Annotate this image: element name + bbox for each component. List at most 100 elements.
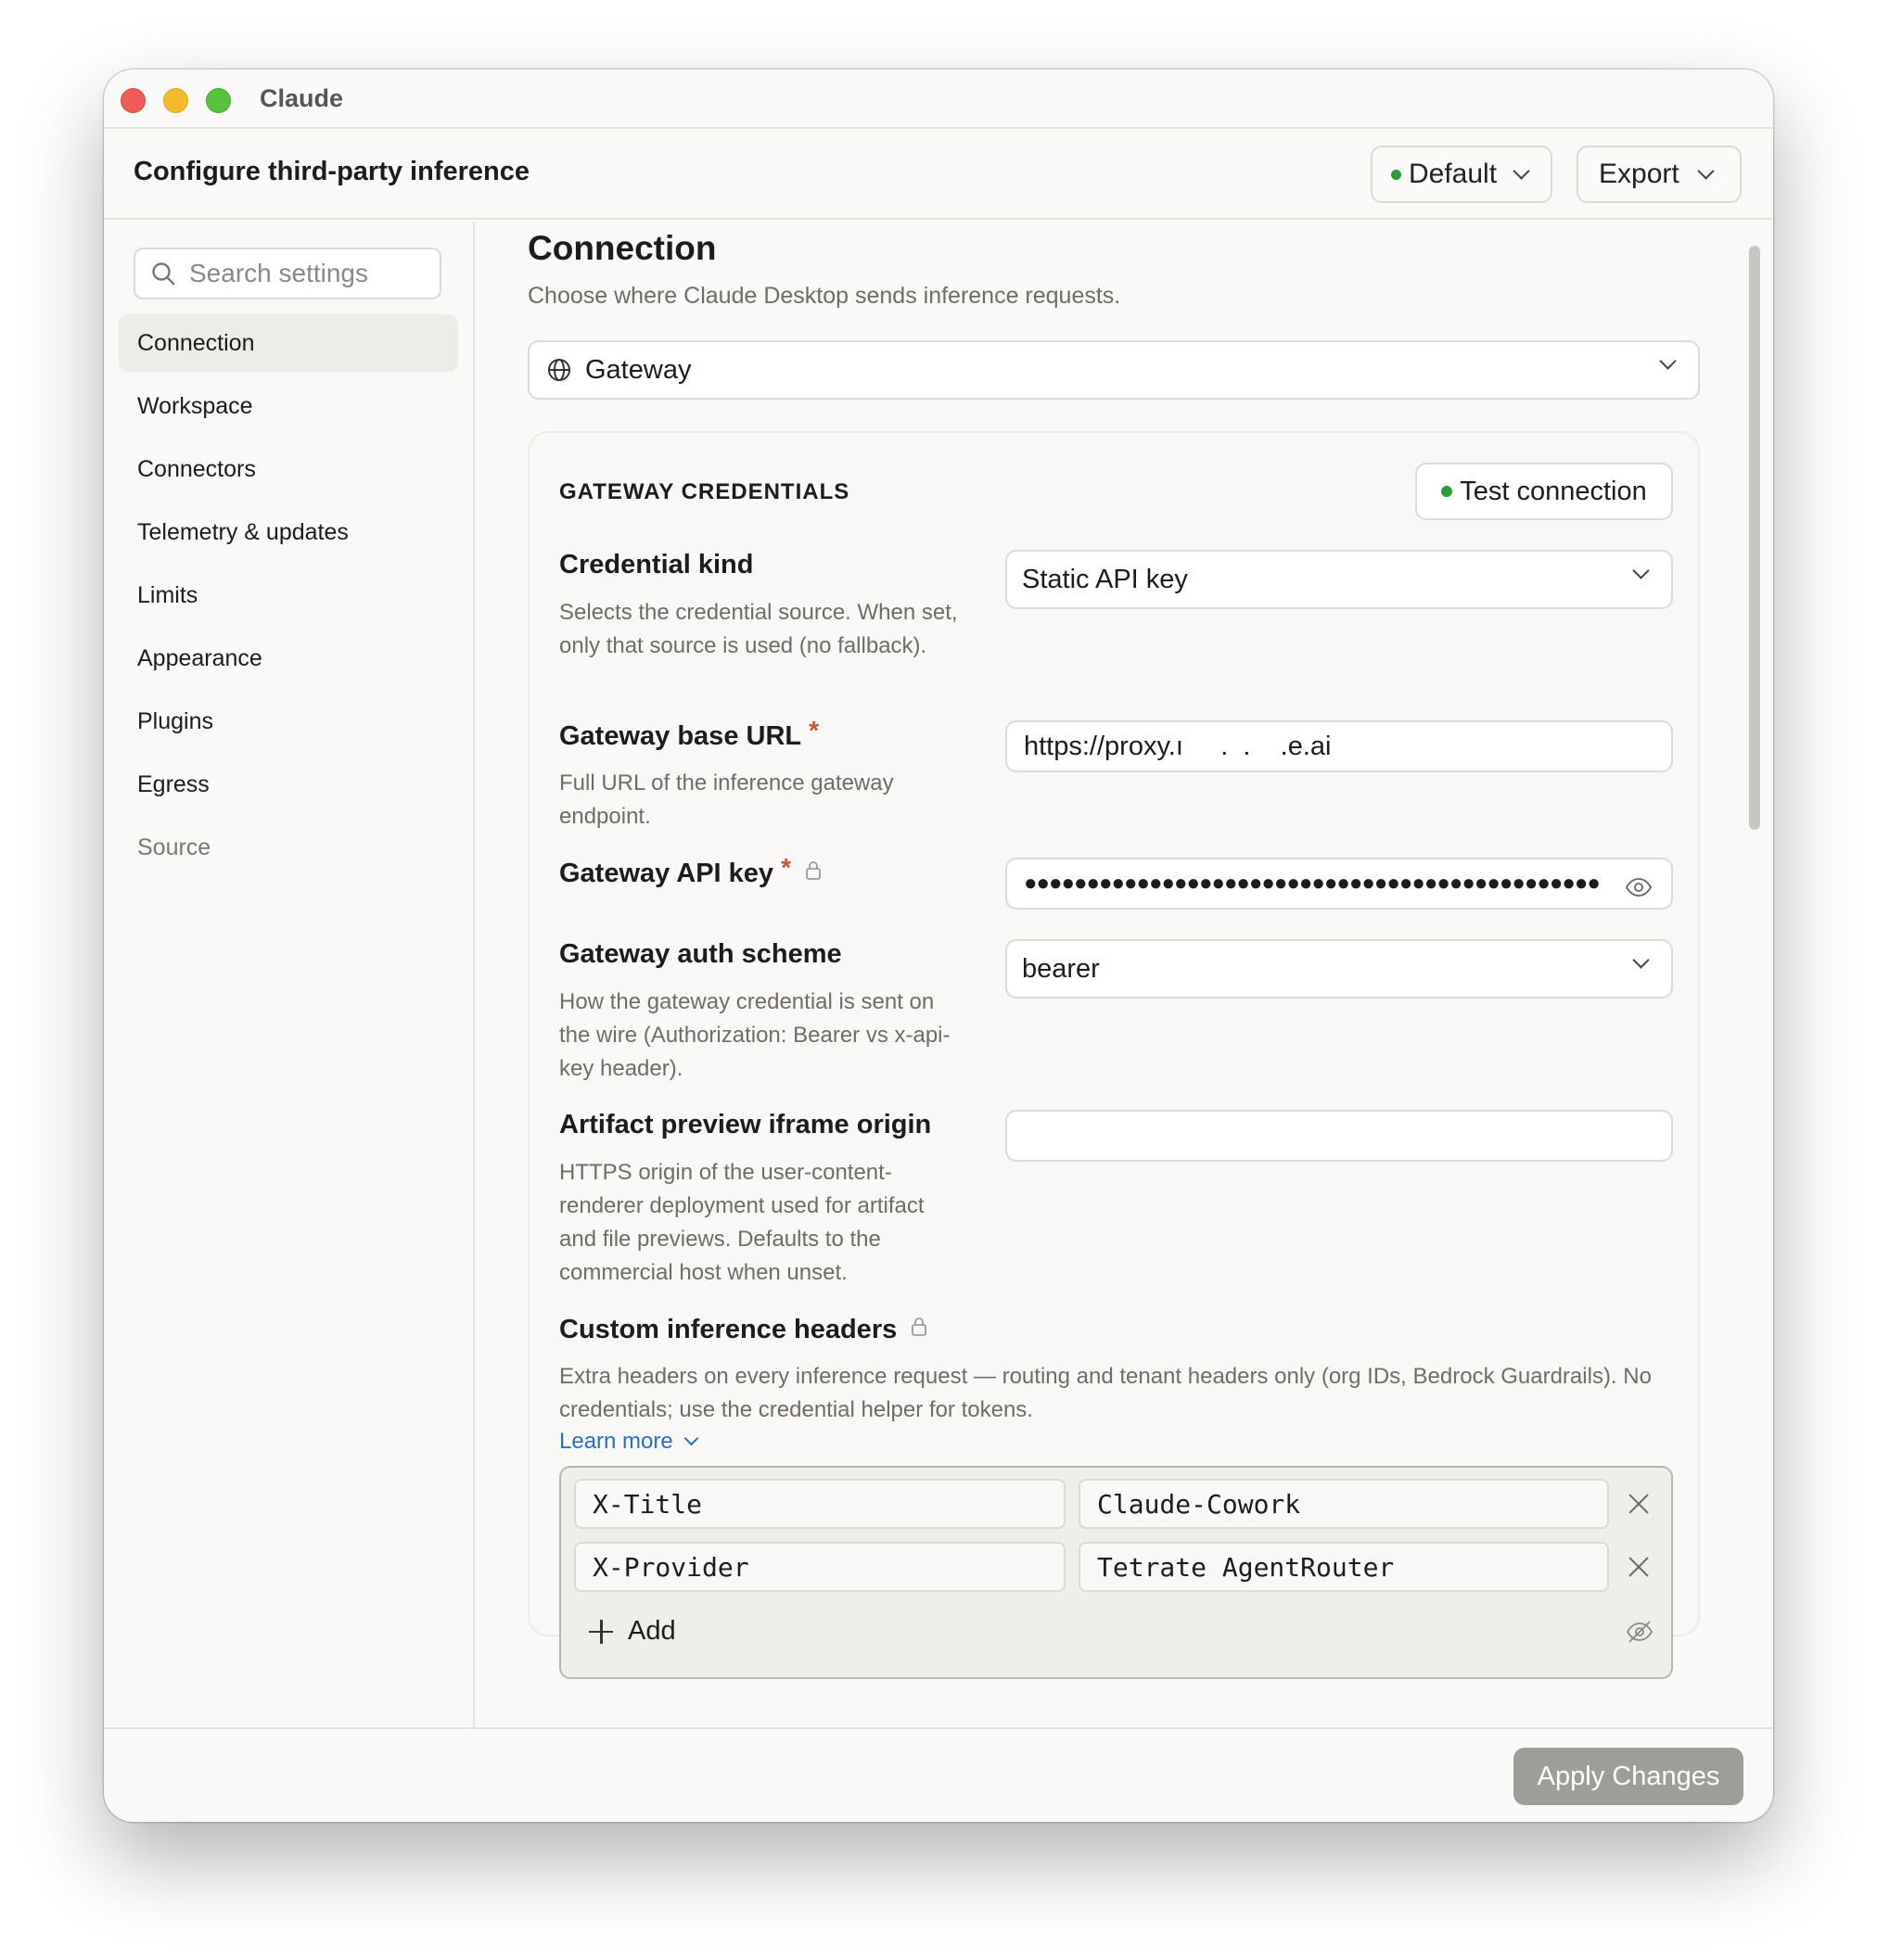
sidebar-item-label: Limits: [137, 581, 198, 608]
credential-kind-select[interactable]: Static API key: [1005, 550, 1673, 609]
chevron-down-icon: [683, 1431, 699, 1445]
api-key-label: Gateway API key *: [559, 853, 823, 889]
header-value-input[interactable]: Tetrate AgentRouter: [1079, 1542, 1609, 1592]
footer-bar: Apply Changes: [104, 1727, 1773, 1822]
minimize-window-button[interactable]: [163, 88, 188, 113]
test-connection-label: Test connection: [1460, 476, 1647, 506]
credential-kind-label: Credential kind: [559, 550, 754, 580]
settings-content: Connection Choose where Claude Desktop s…: [477, 222, 1773, 1727]
add-header-button[interactable]: Add: [589, 1616, 676, 1647]
field-label-text: Artifact preview iframe origin: [559, 1110, 932, 1139]
header-key-value: X-Provider: [593, 1551, 749, 1583]
chevron-down-icon: [1632, 562, 1650, 579]
field-label-text: Custom inference headers: [559, 1315, 898, 1344]
settings-sidebar: Connection Workspace Connectors Telemetr…: [104, 222, 475, 1727]
credential-kind-description: Selects the credential source. When set,…: [559, 600, 958, 658]
scrollbar-thumb[interactable]: [1749, 246, 1760, 830]
sidebar-item-telemetry[interactable]: Telemetry & updates: [119, 503, 458, 561]
hide-values-icon[interactable]: [1626, 1620, 1654, 1648]
base-url-input[interactable]: https://proxy.ı . . .e.ai: [1005, 720, 1673, 772]
status-dot: [1391, 169, 1401, 180]
iframe-origin-input[interactable]: [1005, 1110, 1673, 1162]
test-connection-button[interactable]: Test connection: [1415, 463, 1673, 520]
sidebar-item-label: Appearance: [137, 644, 262, 671]
title-bar: Claude: [104, 70, 1773, 129]
search-input[interactable]: [189, 259, 421, 288]
card-title: GATEWAY CREDENTIALS: [559, 479, 850, 504]
custom-headers-label: Custom inference headers: [559, 1315, 928, 1345]
sidebar-item-label: Source: [137, 834, 211, 860]
api-key-input[interactable]: ●●●●●●●●●●●●●●●●●●●●●●●●●●●●●●●●●●●●●●●●…: [1005, 858, 1673, 910]
chevron-down-icon: [1659, 352, 1677, 370]
export-dropdown[interactable]: Export: [1577, 146, 1742, 203]
sidebar-item-egress[interactable]: Egress: [119, 756, 458, 813]
auth-scheme-select[interactable]: bearer: [1005, 939, 1673, 999]
sidebar-item-source[interactable]: Source: [119, 819, 458, 876]
learn-more-label: Learn more: [559, 1429, 673, 1454]
sidebar-item-label: Connection: [137, 329, 255, 356]
lock-icon: [910, 1317, 928, 1337]
custom-headers-description: Extra headers on every inference request…: [559, 1364, 1652, 1422]
header-key-input[interactable]: X-Provider: [574, 1542, 1066, 1592]
required-marker: *: [781, 853, 791, 882]
page-header: Configure third-party inference Default …: [104, 131, 1773, 220]
remove-header-icon[interactable]: [1625, 1490, 1653, 1518]
chevron-down-icon: [1697, 161, 1715, 180]
gateway-credentials-card: GATEWAY CREDENTIALS Test connection Cred…: [528, 431, 1700, 1679]
sidebar-item-label: Workspace: [137, 392, 253, 419]
export-dropdown-label: Export: [1599, 159, 1679, 189]
profile-dropdown[interactable]: Default: [1371, 146, 1552, 203]
sidebar-item-label: Telemetry & updates: [137, 518, 349, 545]
page-title: Configure third-party inference: [134, 157, 530, 186]
sidebar-item-limits[interactable]: Limits: [119, 566, 458, 624]
plus-icon: [589, 1619, 613, 1644]
header-value-input[interactable]: Claude-Cowork: [1079, 1479, 1609, 1529]
learn-more-link[interactable]: Learn more: [559, 1429, 699, 1455]
header-key-value: X-Title: [593, 1488, 703, 1520]
sidebar-item-plugins[interactable]: Plugins: [119, 693, 458, 750]
required-marker: *: [809, 716, 820, 745]
globe-icon: [546, 357, 572, 383]
base-url-description: Full URL of the inference gateway endpoi…: [559, 770, 894, 829]
close-window-button[interactable]: [121, 88, 146, 113]
section-title: Connection: [528, 229, 717, 267]
profile-dropdown-label: Default: [1409, 159, 1498, 189]
field-label-text: Gateway auth scheme: [559, 939, 842, 969]
header-value-text: Claude-Cowork: [1097, 1488, 1301, 1520]
add-header-label: Add: [628, 1616, 676, 1646]
field-label-text: Gateway base URL: [559, 721, 802, 751]
header-value-text: Tetrate AgentRouter: [1097, 1551, 1395, 1583]
remove-header-icon[interactable]: [1625, 1553, 1653, 1581]
auth-scheme-label: Gateway auth scheme: [559, 939, 842, 970]
field-label-text: Credential kind: [559, 550, 754, 579]
base-url-value: https://proxy.ı . . .e.ai: [1024, 731, 1332, 761]
custom-headers-editor: X-Title Claude-Cowork X-Provider Tetrate…: [559, 1466, 1673, 1679]
provider-select-value: Gateway: [585, 354, 692, 385]
show-password-icon[interactable]: [1625, 874, 1653, 905]
section-subtitle: Choose where Claude Desktop sends infere…: [528, 283, 1121, 309]
auth-scheme-description: How the gateway credential is sent on th…: [559, 989, 951, 1081]
chevron-down-icon: [1632, 951, 1650, 969]
api-key-masked-value: ●●●●●●●●●●●●●●●●●●●●●●●●●●●●●●●●●●●●●●●●…: [1024, 871, 1599, 896]
search-icon: [150, 261, 176, 286]
app-window: Claude Configure third-party inference D…: [104, 70, 1773, 1822]
sidebar-item-appearance[interactable]: Appearance: [119, 630, 458, 687]
chevron-down-icon: [1513, 161, 1530, 180]
zoom-window-button[interactable]: [206, 88, 231, 113]
header-key-input[interactable]: X-Title: [574, 1479, 1066, 1529]
search-box[interactable]: [134, 248, 441, 299]
sidebar-item-label: Connectors: [137, 455, 256, 482]
iframe-origin-label: Artifact preview iframe origin: [559, 1110, 931, 1140]
field-label-text: Gateway API key: [559, 859, 774, 888]
window-title: Claude: [260, 84, 344, 112]
sidebar-item-workspace[interactable]: Workspace: [119, 377, 458, 435]
iframe-origin-description: HTTPS origin of the user-content-rendere…: [559, 1160, 925, 1285]
status-dot: [1441, 486, 1453, 497]
apply-changes-button[interactable]: Apply Changes: [1513, 1748, 1743, 1805]
sidebar-item-label: Egress: [137, 770, 210, 797]
provider-select[interactable]: Gateway: [528, 340, 1700, 400]
sidebar-item-label: Plugins: [137, 707, 213, 734]
sidebar-item-connection[interactable]: Connection: [119, 314, 458, 372]
auth-scheme-value: bearer: [1022, 953, 1100, 984]
sidebar-item-connectors[interactable]: Connectors: [119, 440, 458, 498]
